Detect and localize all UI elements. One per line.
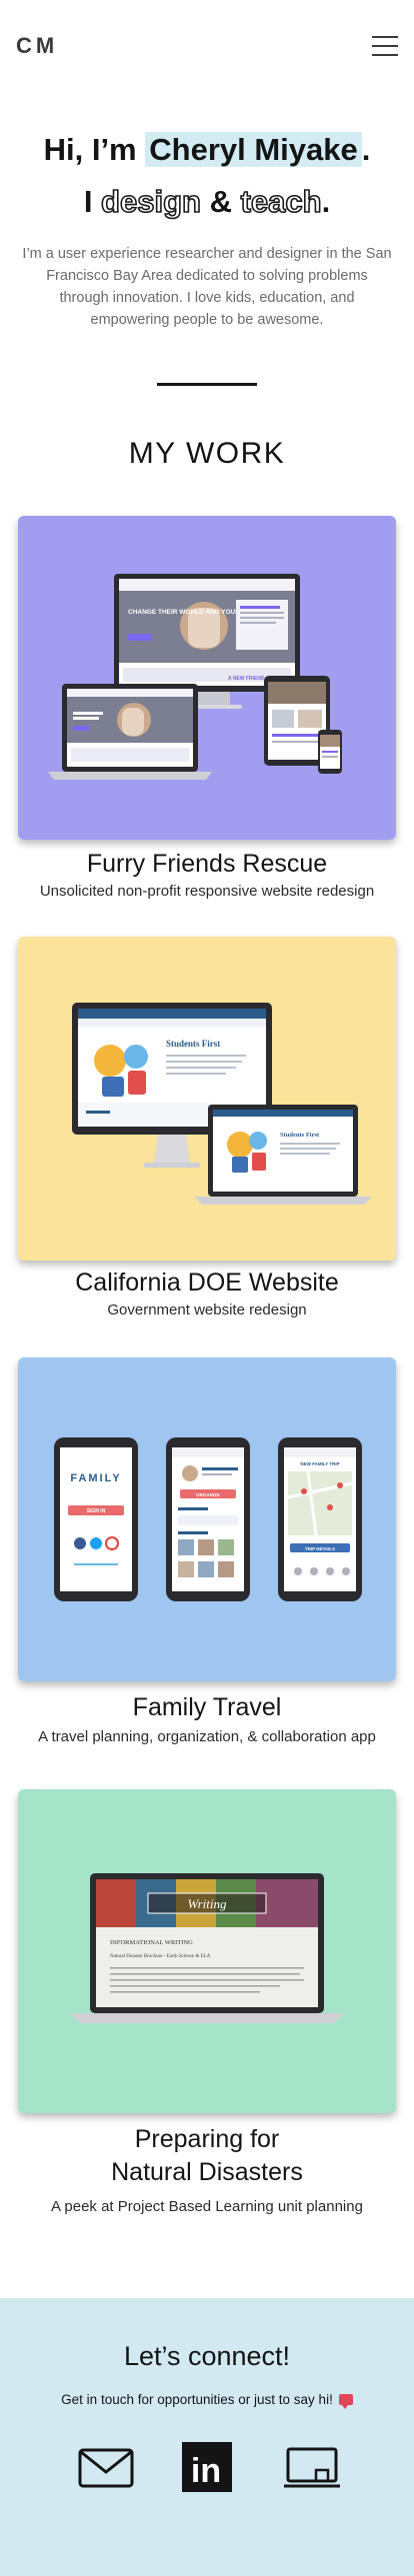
family-organize-text: ORGANIZE: [196, 1492, 220, 1497]
project-subtitle-natural-disasters: A peek at Project Based Learning unit pl…: [51, 2198, 363, 2215]
hamburger-menu-icon[interactable]: [372, 36, 398, 56]
project-subtitle-furry-friends: Unsolicited non-profit responsive websit…: [39, 883, 375, 900]
contact-subtitle: Get in touch for opportunities or just t…: [0, 2390, 414, 2410]
project-subtitle-family-travel: A travel planning, organization, & colla…: [38, 1728, 376, 1745]
project-subtitle-california-doe: Government website redesign: [107, 1301, 307, 1318]
my-work-heading: MY WORK: [128, 437, 286, 470]
hero-greeting: Hi, I’m Cheryl Miyake.: [0, 128, 414, 172]
greeting-text: Hi, I’m: [43, 132, 146, 167]
doe-heading-text: Students First: [166, 1039, 220, 1049]
family-logo-text: FAMILY: [70, 1472, 121, 1484]
family-new-trip-text: NEW FAMILY TRIP: [300, 1461, 339, 1466]
project-title-furry-friends[interactable]: Furry Friends Rescue: [0, 848, 414, 880]
linkedin-glyph: in: [191, 2452, 221, 2490]
contact-footer: Let’s connect! Get in touch for opportun…: [0, 2298, 414, 2576]
email-icon[interactable]: [78, 2446, 134, 2495]
hero-roles: I design & teach.: [0, 180, 414, 224]
project-title-line1-natural-disasters[interactable]: Preparing for: [0, 2123, 414, 2155]
portfolio-laptop-icon[interactable]: [283, 2446, 341, 2495]
california-doe-mockup: Students First Students First: [18, 937, 396, 1261]
project-card-natural-disasters[interactable]: Writing INFORMATIONAL WRITING Natural Di…: [18, 1789, 396, 2113]
writing-heading-text: INFORMATIONAL WRITING: [110, 1939, 193, 1946]
role-teach: teach: [240, 183, 323, 220]
name-highlight: Cheryl Miyake: [145, 132, 362, 167]
logo[interactable]: CM: [16, 33, 58, 59]
linkedin-icon[interactable]: in: [182, 2442, 232, 2497]
family-travel-mockup: FAMILY SIGN IN ORGANIZE NEW FAMILY TRIP: [18, 1357, 396, 1681]
family-signin-text: SIGN IN: [87, 1508, 106, 1514]
project-title-california-doe[interactable]: California DOE Website: [0, 1267, 414, 1298]
project-card-family-travel[interactable]: FAMILY SIGN IN ORGANIZE NEW FAMILY TRIP: [18, 1357, 396, 1681]
role-amp: &: [200, 184, 241, 219]
greeting-period: .: [361, 132, 371, 167]
contact-title: Let’s connect!: [123, 2341, 291, 2371]
role-prefix: I: [83, 184, 102, 219]
project-title-family-travel[interactable]: Family Travel: [0, 1691, 414, 1723]
project-card-california-doe[interactable]: Students First Students First: [18, 937, 396, 1261]
doe-laptop-heading: Students First: [280, 1132, 320, 1139]
project-card-furry-friends[interactable]: CHANGE THEIR WORLD AND YOURS A NEW FRIEN…: [18, 516, 396, 840]
natural-disasters-mockup: Writing INFORMATIONAL WRITING Natural Di…: [18, 1789, 396, 2113]
speech-bubble-icon: [338, 2394, 353, 2409]
site-header: CM: [0, 0, 414, 92]
writing-title-text: Writing: [187, 1896, 227, 1911]
writing-subheading-text: Natural Disaster Brochure - Earth Scienc…: [110, 1954, 211, 1959]
ffr-tablet-text: A NEW FRIEND: [228, 676, 265, 682]
furry-friends-mockup: CHANGE THEIR WORLD AND YOURS A NEW FRIEN…: [18, 516, 396, 840]
ffr-hero-text: CHANGE THEIR WORLD AND YOURS: [128, 609, 245, 616]
contact-subtitle-text: Get in touch for opportunities or just t…: [61, 2392, 333, 2407]
project-title-line2-natural-disasters[interactable]: Natural Disasters: [0, 2156, 414, 2188]
intro-paragraph: I’m a user experience researcher and des…: [22, 246, 392, 328]
section-divider: [157, 383, 257, 386]
family-trip-details-text: TRIP DETAILS: [305, 1546, 335, 1551]
role-design: design: [100, 183, 202, 220]
role-period: .: [321, 184, 331, 219]
